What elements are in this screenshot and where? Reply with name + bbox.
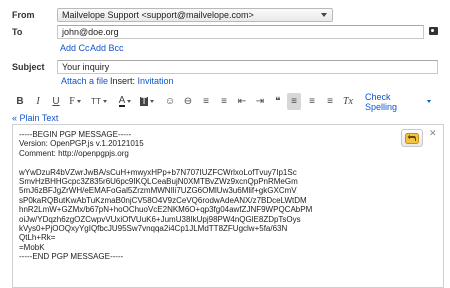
chevron-down-icon [102, 100, 107, 103]
chevron-down-icon [76, 100, 81, 103]
contacts-icon[interactable] [429, 27, 438, 35]
chevron-down-icon [127, 100, 132, 103]
chevron-down-icon [150, 100, 155, 103]
italic-button[interactable]: I [32, 93, 44, 110]
remove-formatting-icon: Tx [343, 96, 353, 107]
close-icon[interactable]: ✕ [429, 128, 437, 139]
quote-button[interactable]: ❝ [271, 93, 285, 110]
from-value: Mailvelope Support <support@mailvelope.c… [62, 10, 254, 20]
underline-button[interactable]: U [50, 93, 62, 110]
pgp-message-text: -----BEGIN PGP MESSAGE----- Version: Ope… [19, 130, 313, 262]
formatting-toolbar: B I U F TT A T ☺ ⊖ ≡ ≡ ⇤ ⇥ ❝ ≡ ≡ ≡ Tx Ch… [0, 92, 450, 112]
link-icon: ⊖ [183, 96, 193, 107]
check-spelling-button[interactable]: Check Spelling [365, 92, 431, 112]
invitation-link[interactable]: Invitation [138, 76, 174, 86]
align-right-icon: ≡ [327, 96, 333, 107]
mailvelope-reply-icon [405, 132, 419, 144]
indent-more-icon: ⇥ [255, 96, 265, 107]
numbered-list-button[interactable]: ≡ [199, 93, 213, 110]
message-body[interactable]: -----BEGIN PGP MESSAGE----- Version: Ope… [12, 124, 444, 288]
insert-group: Insert: Invitation [110, 76, 174, 86]
link-button[interactable]: ⊖ [181, 93, 195, 110]
subject-field[interactable]: Your inquiry [57, 60, 438, 74]
align-center-icon: ≡ [309, 96, 315, 107]
subject-label: Subject [12, 62, 45, 72]
font-size-button[interactable]: TT [89, 93, 109, 110]
to-value: john@doe.org [62, 27, 119, 37]
to-label: To [12, 27, 23, 37]
chevron-down-icon [427, 100, 431, 103]
from-label: From [12, 10, 35, 20]
subject-value: Your inquiry [62, 62, 110, 72]
bulleted-list-icon: ≡ [221, 96, 227, 107]
insert-label: Insert: [110, 76, 136, 86]
align-right-button[interactable]: ≡ [323, 93, 337, 110]
align-center-button[interactable]: ≡ [305, 93, 319, 110]
indent-less-button[interactable]: ⇤ [235, 93, 249, 110]
mailvelope-editor-button[interactable] [401, 129, 423, 147]
plain-text-link[interactable]: « Plain Text [12, 113, 58, 123]
bold-button[interactable]: B [14, 93, 26, 110]
to-field[interactable]: john@doe.org [57, 25, 424, 39]
highlight-color-button[interactable]: T [139, 93, 155, 110]
attach-file-link[interactable]: Attach a file [61, 76, 108, 86]
align-left-button[interactable]: ≡ [287, 93, 301, 110]
indent-less-icon: ⇤ [237, 96, 247, 107]
bulleted-list-button[interactable]: ≡ [217, 93, 231, 110]
quote-icon: ❝ [275, 96, 281, 107]
align-left-icon: ≡ [291, 96, 297, 107]
remove-formatting-button[interactable]: Tx [341, 93, 355, 110]
from-select[interactable]: Mailvelope Support <support@mailvelope.c… [57, 8, 333, 22]
font-family-button[interactable]: F [67, 93, 83, 110]
text-color-button[interactable]: A [117, 93, 133, 110]
indent-more-button[interactable]: ⇥ [253, 93, 267, 110]
numbered-list-icon: ≡ [203, 96, 209, 107]
add-bcc-link[interactable]: Add Bcc [90, 43, 124, 53]
emoticon-button[interactable]: ☺ [163, 93, 177, 110]
add-cc-link[interactable]: Add Cc [60, 43, 90, 53]
emoticon-icon: ☺ [164, 96, 176, 107]
chevron-down-icon [321, 13, 327, 17]
